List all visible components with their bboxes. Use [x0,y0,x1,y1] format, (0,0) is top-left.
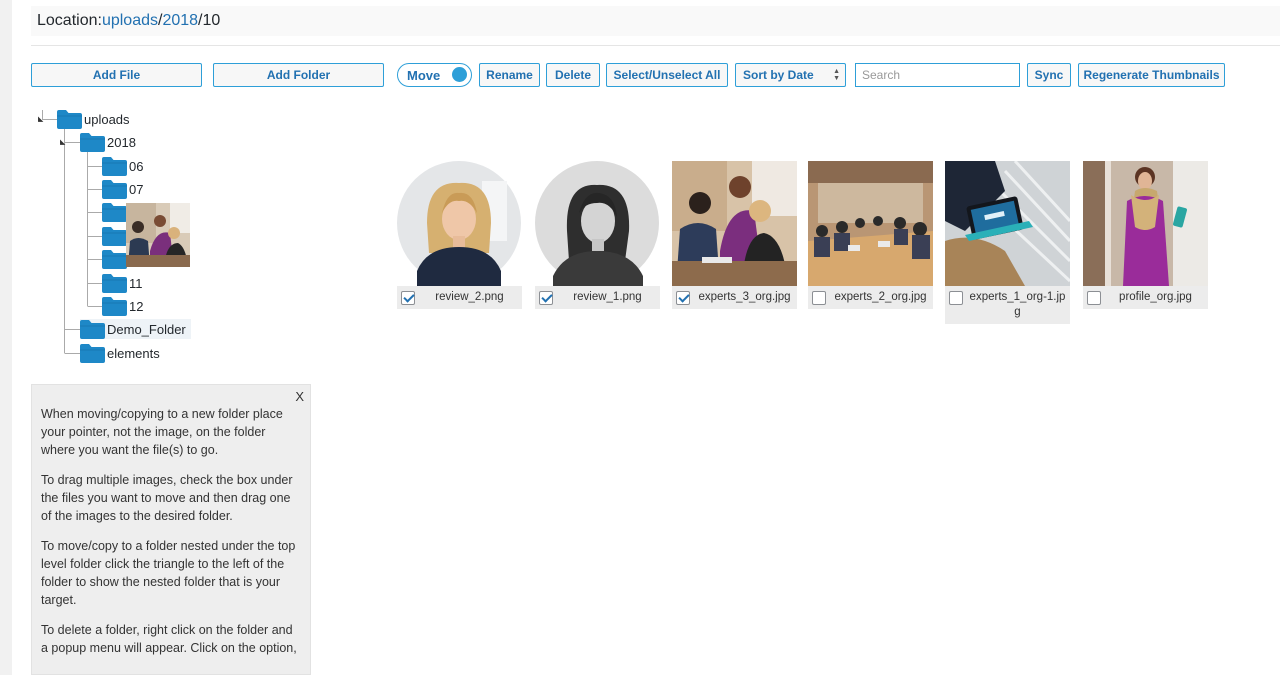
folder-icon [102,180,127,199]
help-paragraph: To drag multiple images, check the box u… [41,473,293,523]
tree-folder-label: 12 [129,298,144,314]
file-select-checkbox[interactable] [1087,291,1101,305]
tree-folder-hidden-2[interactable] [102,226,127,246]
file-thumbnail[interactable] [945,161,1070,286]
file-name: experts_1_org-1.jpg [969,291,1066,318]
regenerate-thumbnails-button[interactable]: Regenerate Thumbnails [1078,63,1225,87]
file-tile[interactable]: profile_org.jpg [1083,161,1208,309]
file-select-checkbox[interactable] [949,291,963,305]
file-thumbnail[interactable] [1083,161,1208,286]
file-name: experts_3_org.jpg [698,291,791,303]
file-select-checkbox[interactable] [676,291,690,305]
folder-icon [102,250,127,269]
dragged-image-preview[interactable] [126,203,190,267]
file-name: profile_org.jpg [1119,291,1192,303]
help-paragraph: When moving/copying to a new folder plac… [41,407,283,457]
tree-folder-label: 07 [129,181,144,197]
folder-icon [80,344,105,363]
tree-connector-lines [42,110,102,354]
divider [31,45,1280,46]
search-input[interactable] [855,63,1020,87]
breadcrumb-current: 10 [202,12,221,29]
tree-folder-hidden-1[interactable] [102,202,127,222]
expand-triangle-icon[interactable]: ◣ [60,138,65,146]
folder-icon [102,274,127,293]
file-thumbnail[interactable] [672,161,797,286]
file-tile[interactable]: experts_2_org.jpg [808,161,933,309]
file-thumbnail[interactable] [397,161,522,286]
tree-folder-elements[interactable]: elements [80,343,160,363]
tree-folder-2018[interactable]: 2018 [80,132,136,152]
tree-folder-07[interactable]: 07 [102,179,143,199]
rename-button[interactable]: Rename [479,63,540,87]
help-paragraph: To move/copy to a folder nested under th… [41,539,296,607]
tree-folder-label: elements [107,345,160,361]
file-select-checkbox[interactable] [539,291,553,305]
folder-icon [80,320,105,339]
folder-icon [102,297,127,316]
tree-folder-label: 11 [129,275,143,291]
file-tile[interactable]: experts_1_org-1.jpg [945,161,1070,324]
help-panel: X When moving/copying to a new folder pl… [31,384,311,675]
select-unselect-all-button[interactable]: Select/Unselect All [606,63,728,87]
location-breadcrumb: Location: uploads / 2018 / 10 [31,6,1280,36]
file-name: review_1.png [573,291,642,303]
file-name: review_2.png [435,291,504,303]
sort-selected-label: Sort by Date [743,68,814,82]
file-thumbnail[interactable] [535,161,660,286]
file-thumbnail[interactable] [808,161,933,286]
sort-select[interactable]: Sort by Date ▲ ▼ [735,63,846,87]
move-copy-toggle[interactable]: Move [397,63,472,87]
folder-icon [102,157,127,176]
file-select-checkbox[interactable] [401,291,415,305]
select-arrows-icon: ▲ ▼ [833,68,840,82]
folder-icon [80,133,105,152]
tree-folder-06[interactable]: 06 [102,156,143,176]
folder-icon [102,203,127,222]
tree-folder-12[interactable]: 12 [102,296,143,316]
folder-icon [102,227,127,246]
file-select-checkbox[interactable] [812,291,826,305]
help-paragraph: To delete a folder, right click on the f… [41,623,297,655]
close-help-button[interactable]: X [295,388,304,406]
file-name: experts_2_org.jpg [834,291,927,303]
tree-folder-hidden-3[interactable] [102,249,127,269]
toggle-knob [452,67,467,82]
add-folder-button[interactable]: Add Folder [213,63,384,87]
sync-button[interactable]: Sync [1027,63,1071,87]
file-tile[interactable]: review_1.png [535,161,660,309]
tree-folder-11[interactable]: 11 [102,273,143,293]
file-tile[interactable]: experts_3_org.jpg [672,161,797,309]
tree-folder-label: 2018 [107,134,136,150]
folder-icon [57,110,82,129]
tree-folder-label: 06 [129,158,144,174]
delete-button[interactable]: Delete [546,63,600,87]
tree-folder-label: uploads [84,111,130,127]
move-toggle-label: Move [407,67,441,83]
tree-folder-uploads[interactable]: uploads [57,109,130,129]
tree-folder-demo-folder[interactable]: Demo_Folder [80,319,191,339]
tree-folder-label: Demo_Folder [107,321,186,337]
expand-triangle-icon[interactable]: ◣ [38,115,43,123]
file-tile[interactable]: review_2.png [397,161,522,309]
